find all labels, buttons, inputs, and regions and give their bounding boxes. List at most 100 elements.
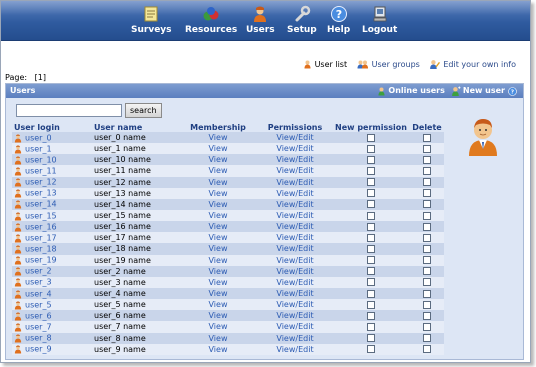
new-permission-checkbox[interactable] xyxy=(367,211,375,220)
permissions-view-edit-link[interactable]: View/Edit xyxy=(276,222,313,231)
user-login-link[interactable]: user_5 xyxy=(25,300,52,309)
permissions-view-edit-link[interactable]: View/Edit xyxy=(276,244,313,253)
membership-view-link[interactable]: View xyxy=(209,244,228,253)
delete-checkbox[interactable] xyxy=(423,244,431,253)
permissions-view-edit-link[interactable]: View/Edit xyxy=(276,178,313,187)
user-login-link[interactable]: user_19 xyxy=(25,256,57,265)
user-login-link[interactable]: user_8 xyxy=(25,334,52,343)
membership-view-link[interactable]: View xyxy=(209,144,228,153)
search-button[interactable]: search xyxy=(125,103,162,118)
user-login-link[interactable]: user_2 xyxy=(25,267,52,276)
delete-checkbox[interactable] xyxy=(423,189,431,198)
delete-checkbox[interactable] xyxy=(423,267,431,276)
edit-own-info-link[interactable]: Edit your own info xyxy=(429,59,516,69)
menu-logout[interactable]: Logout xyxy=(362,5,397,35)
delete-checkbox[interactable] xyxy=(423,278,431,287)
delete-checkbox[interactable] xyxy=(423,200,431,209)
user-login-link[interactable]: user_14 xyxy=(25,200,57,209)
permissions-view-edit-link[interactable]: View/Edit xyxy=(276,233,313,242)
user-list-link[interactable]: User list xyxy=(303,59,347,69)
user-login-link[interactable]: user_0 xyxy=(25,133,52,142)
new-permission-checkbox[interactable] xyxy=(367,222,375,231)
new-permission-checkbox[interactable] xyxy=(367,256,375,265)
new-permission-checkbox[interactable] xyxy=(367,345,375,354)
user-login-link[interactable]: user_10 xyxy=(25,155,57,164)
membership-view-link[interactable]: View xyxy=(209,289,228,298)
search-input[interactable] xyxy=(16,104,122,117)
menu-setup[interactable]: Setup xyxy=(287,5,317,35)
delete-checkbox[interactable] xyxy=(423,322,431,331)
new-permission-checkbox[interactable] xyxy=(367,166,375,175)
new-permission-checkbox[interactable] xyxy=(367,322,375,331)
delete-checkbox[interactable] xyxy=(423,222,431,231)
user-groups-link[interactable]: User groups xyxy=(357,59,420,69)
user-login-link[interactable]: user_4 xyxy=(25,289,52,298)
membership-view-link[interactable]: View xyxy=(209,300,228,309)
delete-checkbox[interactable] xyxy=(423,211,431,220)
permissions-view-edit-link[interactable]: View/Edit xyxy=(276,278,313,287)
delete-checkbox[interactable] xyxy=(423,233,431,242)
user-login-link[interactable]: user_1 xyxy=(25,144,52,153)
permissions-view-edit-link[interactable]: View/Edit xyxy=(276,256,313,265)
delete-checkbox[interactable] xyxy=(423,155,431,164)
delete-checkbox[interactable] xyxy=(423,300,431,309)
membership-view-link[interactable]: View xyxy=(209,211,228,220)
membership-view-link[interactable]: View xyxy=(209,256,228,265)
new-permission-checkbox[interactable] xyxy=(367,178,375,187)
new-permission-checkbox[interactable] xyxy=(367,289,375,298)
new-permission-checkbox[interactable] xyxy=(367,144,375,153)
delete-checkbox[interactable] xyxy=(423,345,431,354)
user-login-link[interactable]: user_11 xyxy=(25,166,57,175)
online-users-link[interactable]: Online users xyxy=(377,84,445,98)
permissions-view-edit-link[interactable]: View/Edit xyxy=(276,211,313,220)
new-permission-checkbox[interactable] xyxy=(367,155,375,164)
permissions-view-edit-link[interactable]: View/Edit xyxy=(276,345,313,354)
membership-view-link[interactable]: View xyxy=(209,322,228,331)
delete-checkbox[interactable] xyxy=(423,133,431,142)
col-user-login[interactable]: User login xyxy=(12,122,92,132)
permissions-view-edit-link[interactable]: View/Edit xyxy=(276,300,313,309)
new-permission-checkbox[interactable] xyxy=(367,311,375,320)
membership-view-link[interactable]: View xyxy=(209,222,228,231)
permissions-view-edit-link[interactable]: View/Edit xyxy=(276,267,313,276)
menu-help[interactable]: ? Help xyxy=(327,5,350,35)
new-permission-checkbox[interactable] xyxy=(367,300,375,309)
new-permission-checkbox[interactable] xyxy=(367,233,375,242)
new-permission-checkbox[interactable] xyxy=(367,267,375,276)
permissions-view-edit-link[interactable]: View/Edit xyxy=(276,189,313,198)
membership-view-link[interactable]: View xyxy=(209,311,228,320)
delete-checkbox[interactable] xyxy=(423,166,431,175)
col-user-name[interactable]: User name xyxy=(92,122,178,132)
user-login-link[interactable]: user_9 xyxy=(25,345,52,354)
help-icon[interactable]: ? xyxy=(508,86,517,96)
new-user-link[interactable]: New user xyxy=(451,84,505,98)
membership-view-link[interactable]: View xyxy=(209,166,228,175)
user-login-link[interactable]: user_6 xyxy=(25,311,52,320)
membership-view-link[interactable]: View xyxy=(209,133,228,142)
delete-checkbox[interactable] xyxy=(423,256,431,265)
membership-view-link[interactable]: View xyxy=(209,334,228,343)
membership-view-link[interactable]: View xyxy=(209,267,228,276)
membership-view-link[interactable]: View xyxy=(209,200,228,209)
menu-users[interactable]: Users xyxy=(246,5,275,35)
user-login-link[interactable]: user_7 xyxy=(25,322,52,331)
menu-surveys[interactable]: Surveys xyxy=(131,5,172,35)
new-permission-checkbox[interactable] xyxy=(367,200,375,209)
membership-view-link[interactable]: View xyxy=(209,345,228,354)
permissions-view-edit-link[interactable]: View/Edit xyxy=(276,144,313,153)
permissions-view-edit-link[interactable]: View/Edit xyxy=(276,200,313,209)
membership-view-link[interactable]: View xyxy=(209,278,228,287)
permissions-view-edit-link[interactable]: View/Edit xyxy=(276,133,313,142)
user-login-link[interactable]: user_16 xyxy=(25,222,57,231)
membership-view-link[interactable]: View xyxy=(209,178,228,187)
delete-checkbox[interactable] xyxy=(423,289,431,298)
menu-resources[interactable]: Resources xyxy=(185,5,237,35)
new-permission-checkbox[interactable] xyxy=(367,189,375,198)
permissions-view-edit-link[interactable]: View/Edit xyxy=(276,155,313,164)
permissions-view-edit-link[interactable]: View/Edit xyxy=(276,334,313,343)
permissions-view-edit-link[interactable]: View/Edit xyxy=(276,166,313,175)
page-number[interactable]: [1] xyxy=(35,73,46,82)
user-login-link[interactable]: user_18 xyxy=(25,244,57,253)
new-permission-checkbox[interactable] xyxy=(367,133,375,142)
delete-checkbox[interactable] xyxy=(423,178,431,187)
